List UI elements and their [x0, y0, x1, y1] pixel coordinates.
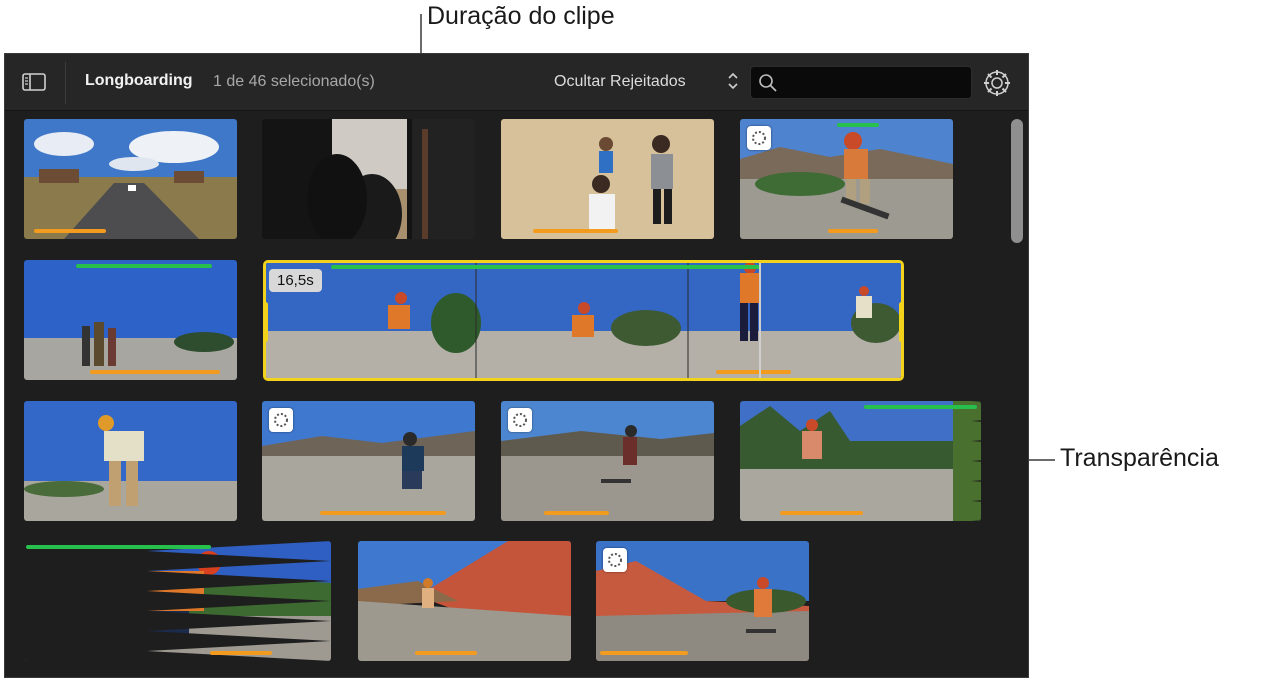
analysis-line — [210, 651, 272, 655]
analysis-line — [780, 511, 863, 515]
analysis-line — [34, 229, 106, 233]
search-field[interactable] — [750, 66, 972, 99]
stabilization-badge-icon — [269, 408, 293, 432]
clip-thumbnail-group-on-road[interactable] — [24, 260, 237, 380]
event-browser-window: Longboarding 1 de 46 selecionado(s) Ocul… — [4, 53, 1029, 678]
sidebar-toggle-icon[interactable] — [21, 71, 47, 93]
clip-thumbnail-skater-with-trees[interactable] — [740, 401, 981, 521]
clip-thumbnail-red-rock-road[interactable] — [358, 541, 571, 661]
clip-thumbnail-skater-crouch-closeup[interactable] — [24, 541, 331, 661]
clip-thumbnail-desert-people[interactable] — [501, 119, 714, 239]
stabilization-badge-icon — [508, 408, 532, 432]
analysis-line — [716, 370, 791, 374]
clip-grid: 16,5s — [5, 111, 1009, 678]
chevron-updown-icon[interactable] — [727, 70, 739, 92]
toolbar-divider — [65, 62, 66, 104]
clip-thumbnail-desert-highway[interactable] — [24, 119, 237, 239]
clip-thumbnail-skater-riding[interactable] — [501, 401, 714, 521]
favorite-line — [26, 545, 211, 549]
torn-edge-icon — [971, 401, 981, 521]
favorite-line — [331, 265, 761, 269]
analysis-line — [544, 511, 609, 515]
vertical-scrollbar[interactable] — [1011, 119, 1023, 243]
clip-thumbnail-skater-crouch[interactable] — [262, 401, 475, 521]
favorite-line — [864, 405, 977, 409]
skimmer-playhead — [759, 263, 761, 378]
stabilization-badge-icon — [603, 548, 627, 572]
selection-right-handle[interactable] — [899, 302, 901, 342]
analysis-line — [415, 651, 477, 655]
filter-popup-button[interactable]: Ocultar Rejeitados — [554, 73, 686, 91]
callout-transparency: Transparência — [1060, 444, 1219, 472]
library-title: Longboarding — [85, 72, 193, 89]
analysis-line — [90, 370, 220, 374]
clip-duration-label: 16,5s — [269, 269, 322, 292]
selection-count: 1 de 46 selecionado(s) — [213, 73, 375, 90]
favorite-line — [76, 264, 212, 268]
stabilization-badge-icon — [747, 126, 771, 150]
torn-edge-icon — [24, 541, 331, 661]
analysis-line — [600, 651, 688, 655]
gear-icon[interactable] — [982, 68, 1012, 98]
selected-clip-filmstrip[interactable]: 16,5s — [263, 260, 904, 381]
clip-thumbnail-skater-lean-wide[interactable] — [24, 401, 237, 521]
clip-thumbnail-skater-jumping[interactable] — [740, 119, 953, 239]
clip-thumbnail-red-rock-skater[interactable] — [596, 541, 809, 661]
browser-toolbar: Longboarding 1 de 46 selecionado(s) Ocul… — [5, 54, 1028, 111]
analysis-line — [828, 229, 878, 233]
callout-clip-duration: Duração do clipe — [427, 2, 615, 30]
search-input[interactable] — [783, 71, 965, 95]
selection-left-handle[interactable] — [266, 302, 268, 342]
analysis-line — [533, 229, 618, 233]
favorite-line — [837, 123, 879, 127]
analysis-line — [320, 511, 446, 515]
search-icon — [757, 72, 779, 94]
clip-thumbnail-car-interior[interactable] — [262, 119, 475, 239]
